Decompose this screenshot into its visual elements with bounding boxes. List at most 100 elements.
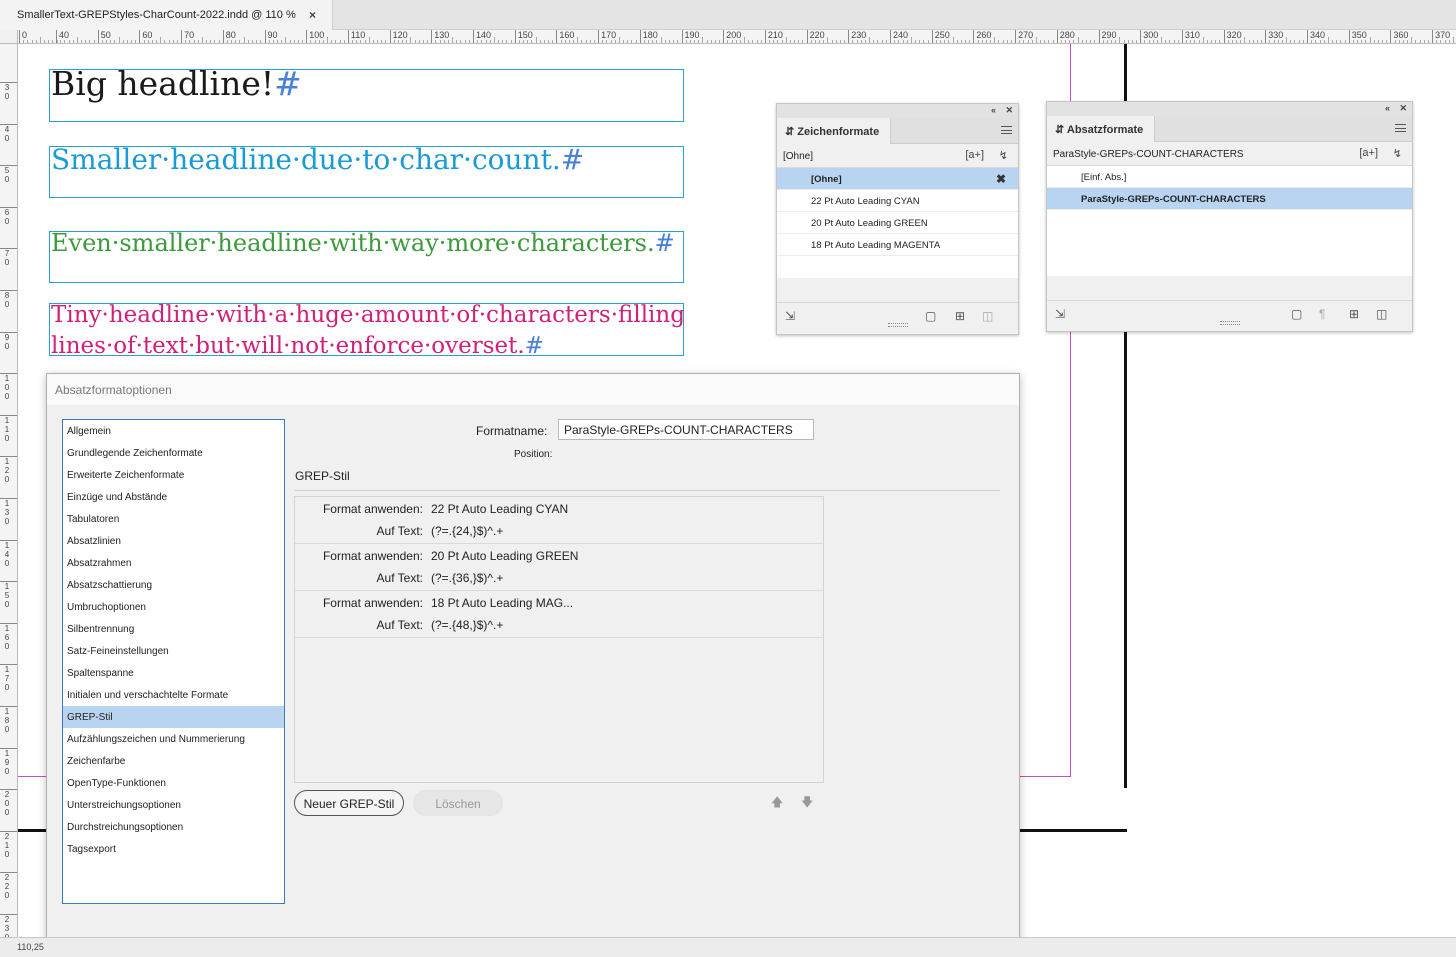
dialog-title[interactable]: Absatzformatoptionen (47, 374, 1019, 405)
ruler-minor-tick (393, 40, 395, 43)
ruler-major-tick (0, 373, 17, 375)
ruler-minor-tick (64, 40, 66, 43)
dialog-category-item[interactable]: Absatzschattierung (63, 574, 284, 596)
collapse-panel-icon[interactable]: « (991, 105, 996, 115)
list-item[interactable]: [Ohne] ✖ (777, 168, 1018, 190)
ruler-minor-tick (143, 40, 145, 43)
character-styles-tab[interactable]: ⇵ Zeichenformate (777, 118, 891, 144)
folder-icon[interactable]: ▢ (925, 309, 936, 323)
panel-menu-icon[interactable] (1395, 124, 1406, 132)
ruler-minor-tick (952, 37, 954, 43)
ruler-minor-tick (1048, 40, 1050, 43)
create-style-icon[interactable]: [a+] (965, 149, 984, 161)
ruler-minor-tick (1319, 40, 1321, 43)
list-item[interactable]: [Einf. Abs.] (1047, 166, 1412, 188)
list-item[interactable]: 22 Pt Auto Leading CYAN (777, 190, 1018, 212)
ruler-minor-tick (527, 40, 529, 43)
new-style-icon[interactable]: ⊞ (955, 309, 965, 323)
grep-rule[interactable]: Format anwenden: 20 Pt Auto Leading GREE… (295, 544, 823, 591)
new-style-icon[interactable]: ⊞ (1349, 307, 1359, 321)
dialog-category-item[interactable]: Allgemein (63, 420, 284, 442)
text-frame-big-headline[interactable]: Big headline!# (49, 69, 684, 122)
on-text-value[interactable]: (?=.{24,}$)^.+ (431, 524, 503, 538)
ruler-minor-tick (1357, 40, 1359, 43)
ruler-minor-tick (944, 40, 946, 43)
ruler-minor-tick (881, 40, 883, 43)
ruler-minor-tick (1231, 40, 1233, 43)
ruler-minor-tick (231, 40, 233, 43)
ruler-origin[interactable] (0, 30, 18, 44)
dialog-category-item[interactable]: Erweiterte Zeichenformate (63, 464, 284, 486)
dialog-category-item[interactable]: Umbruchoptionen (63, 596, 284, 618)
on-text-value[interactable]: (?=.{48,}$)^.+ (431, 618, 503, 632)
folder-icon[interactable]: ▢ (1291, 307, 1302, 321)
dialog-category-item[interactable]: Tabulatoren (63, 508, 284, 530)
grep-rule[interactable]: Format anwenden: 18 Pt Auto Leading MAG.… (295, 591, 823, 638)
new-grep-style-button[interactable]: Neuer GREP-Stil (294, 790, 404, 816)
ruler-minor-tick (1131, 40, 1133, 43)
dialog-category-item[interactable]: Unterstreichungsoptionen (63, 794, 284, 816)
document-tab[interactable]: SmallerText-GREPStyles-CharCount-2022.in… (0, 0, 333, 30)
trash-icon[interactable]: ◫ (1376, 307, 1387, 321)
list-item[interactable]: 20 Pt Auto Leading GREEN (777, 212, 1018, 234)
edit-style-icon[interactable]: ✖ (996, 172, 1006, 186)
lightning-icon[interactable]: ↯ (1393, 147, 1402, 160)
vertical-ruler[interactable]: 3040506070809010011012013014015016017018… (0, 44, 18, 937)
lightning-icon[interactable]: ↯ (999, 149, 1008, 162)
trash-icon[interactable]: ◫ (982, 309, 993, 323)
ruler-tick-label: 0 (4, 92, 10, 101)
close-tab-icon[interactable]: × (309, 8, 316, 22)
ruler-minor-tick (1077, 37, 1079, 43)
load-styles-icon[interactable]: ⇲ (1055, 307, 1065, 321)
load-styles-icon[interactable]: ⇲ (785, 309, 795, 323)
ruler-tick-label: 2 (4, 466, 10, 476)
collapse-panel-icon[interactable]: « (1385, 103, 1390, 113)
apply-format-value[interactable]: 22 Pt Auto Leading CYAN (431, 502, 568, 516)
clear-overrides-icon[interactable]: ¶ (1319, 307, 1325, 321)
on-text-label: Auf Text: (376, 524, 423, 538)
text-frame-tiny-headline[interactable]: Tiny·headline·with·a·huge·amount·of·char… (49, 303, 684, 356)
ruler-tick-label: 0 (4, 725, 10, 734)
text-frame-even-smaller-headline[interactable]: Even·smaller·headline·with·way·more·char… (49, 231, 684, 283)
ruler-minor-tick (1161, 37, 1163, 43)
formatname-input[interactable]: ParaStyle-GREPs-COUNT-CHARACTERS (558, 419, 814, 440)
grep-rule[interactable]: Format anwenden: 22 Pt Auto Leading CYAN… (295, 497, 823, 544)
horizontal-ruler[interactable]: 0 40 50 60 70 80 90 100 110 120 130 140 150 160 170 180… (18, 30, 1456, 44)
dialog-category-item[interactable]: Zeichenfarbe (63, 750, 284, 772)
dialog-category-item[interactable]: Absatzlinien (63, 530, 284, 552)
close-panel-icon[interactable]: ✕ (1399, 103, 1407, 114)
apply-format-value[interactable]: 20 Pt Auto Leading GREEN (431, 549, 578, 563)
list-item[interactable]: 18 Pt Auto Leading MAGENTA (777, 234, 1018, 256)
ruler-major-tick (0, 331, 17, 333)
paragraph-styles-tab[interactable]: ⇵ Absatzformate (1047, 116, 1155, 142)
dialog-category-item[interactable]: Initialen und verschachtelte Formate (63, 684, 284, 706)
apply-format-value[interactable]: 18 Pt Auto Leading MAG... (431, 596, 573, 610)
dialog-category-item[interactable]: Spaltenspanne (63, 662, 284, 684)
on-text-value[interactable]: (?=.{36,}$)^.+ (431, 571, 503, 585)
list-item[interactable]: ParaStyle-GREPs-COUNT-CHARACTERS (1047, 188, 1412, 210)
dialog-category-item[interactable]: Satz-Feineinstellungen (63, 640, 284, 662)
create-style-icon[interactable]: [a+] (1359, 147, 1378, 159)
dialog-category-item[interactable]: GREP-Stil (63, 706, 284, 728)
close-panel-icon[interactable]: ✕ (1005, 105, 1013, 116)
ruler-minor-tick (131, 40, 133, 43)
delete-button[interactable]: Löschen (413, 790, 503, 816)
dialog-category-item[interactable]: Absatzrahmen (63, 552, 284, 574)
dialog-category-item[interactable]: Einzüge und Abstände (63, 486, 284, 508)
ruler-minor-tick (539, 40, 541, 43)
panel-menu-icon[interactable] (1001, 126, 1012, 134)
text-frame-smaller-headline[interactable]: Smaller·headline·due·to·char·count.# (49, 146, 684, 198)
resize-grip[interactable] (1219, 321, 1240, 325)
dialog-category-item[interactable]: Silbentrennung (63, 618, 284, 640)
ruler-minor-tick (85, 40, 87, 43)
resize-grip[interactable] (887, 323, 908, 327)
ruler-minor-tick (548, 40, 550, 43)
dialog-category-item[interactable]: Grundlegende Zeichenformate (63, 442, 284, 464)
ruler-minor-tick (114, 40, 116, 43)
dialog-category-item[interactable]: OpenType-Funktionen (63, 772, 284, 794)
move-down-icon[interactable]: 🡇 (801, 793, 813, 814)
dialog-category-item[interactable]: Tagsexport (63, 838, 284, 860)
dialog-category-item[interactable]: Aufzählungszeichen und Nummerierung (63, 728, 284, 750)
move-up-icon[interactable]: 🡅 (771, 793, 783, 814)
dialog-category-item[interactable]: Durchstreichungsoptionen (63, 816, 284, 838)
